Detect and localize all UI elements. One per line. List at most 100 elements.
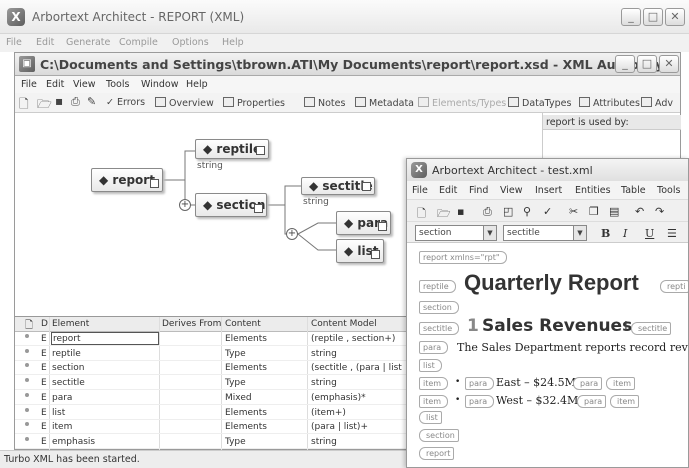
open-folder-icon[interactable]: 🗁 — [37, 95, 52, 112]
node-expand-icon[interactable] — [371, 250, 380, 259]
undo-icon[interactable]: ↶ — [635, 205, 644, 218]
doc-menu-tools[interactable]: Tools — [657, 185, 680, 196]
para-text[interactable]: The Sales Department reports record reve… — [457, 341, 688, 354]
attributes-button[interactable]: Attributes — [579, 97, 640, 109]
node-sectitle[interactable]: ◆ sectitle — [301, 177, 375, 195]
inner-menu-help[interactable]: Help — [186, 79, 208, 90]
copy-icon[interactable]: ❐ — [589, 205, 599, 218]
item1-text[interactable]: East – $24.5M — [496, 376, 576, 389]
node-expand-icon[interactable] — [254, 204, 263, 213]
errors-button[interactable]: ✓ Errors — [106, 97, 145, 108]
spellcheck-icon[interactable]: ✓ — [543, 205, 552, 218]
item-open-tag[interactable]: item — [419, 377, 449, 390]
new-file-icon[interactable]: 🗋 — [19, 95, 29, 112]
inner-close-button[interactable]: ✕ — [659, 55, 679, 73]
para-close-tag[interactable]: para — [573, 377, 603, 390]
save-icon[interactable]: ▪ — [55, 94, 63, 108]
datatypes-button[interactable]: DataTypes — [508, 97, 571, 109]
node-list[interactable]: ◆ list — [336, 239, 384, 263]
inner-menu-edit[interactable]: Edit — [46, 79, 64, 90]
print-icon[interactable]: ⎙ — [71, 95, 80, 109]
outer-menu-compile[interactable]: Compile — [119, 37, 158, 48]
node-expand-icon[interactable] — [256, 146, 265, 155]
paste-icon[interactable]: ▤ — [609, 205, 619, 218]
adv-button[interactable]: Adv — [641, 97, 673, 109]
save-icon[interactable]: ▪ — [457, 205, 464, 218]
node-para[interactable]: ◆ para — [336, 211, 391, 235]
cut-icon[interactable]: ✂ — [569, 205, 578, 218]
outer-minimize-button[interactable]: _ — [621, 8, 641, 26]
bold-button[interactable]: B — [601, 227, 610, 240]
node-section[interactable]: ◆ section — [195, 193, 267, 217]
doc-menu-edit[interactable]: Edit — [439, 185, 457, 196]
notes-button[interactable]: Notes — [304, 97, 345, 109]
inner-menu-window[interactable]: Window — [141, 79, 178, 90]
item-close-tag[interactable]: item — [606, 377, 636, 390]
row-status-icon — [25, 422, 29, 427]
redo-icon[interactable]: ↷ — [655, 205, 664, 218]
sectitle-close-tag[interactable]: sectitle — [631, 322, 672, 335]
outer-menu-file[interactable]: File — [6, 37, 22, 48]
inner-menu-tools[interactable]: Tools — [106, 79, 129, 90]
metadata-button[interactable]: Metadata — [355, 97, 414, 109]
node-expand-icon[interactable] — [378, 222, 387, 231]
italic-button[interactable]: I — [623, 227, 627, 240]
item2-text[interactable]: West – $32.4M — [496, 394, 578, 407]
doc-menu-file[interactable]: File — [412, 185, 428, 196]
para-open-tag[interactable]: para — [465, 377, 495, 390]
sectitle-open-tag[interactable]: sectitle — [419, 322, 460, 335]
header-derives-from[interactable]: Derives From — [162, 319, 221, 329]
underline-button[interactable]: U — [645, 227, 654, 240]
inner-maximize-button[interactable]: □ — [637, 55, 657, 73]
overview-button[interactable]: Overview — [155, 97, 214, 109]
notes-icon — [304, 97, 315, 107]
outer-menu-edit[interactable]: Edit — [36, 37, 54, 48]
header-content-model[interactable]: Content Model — [311, 319, 377, 329]
outer-close-button[interactable]: ✕ — [665, 8, 685, 26]
header-content[interactable]: Content — [225, 319, 261, 329]
node-report[interactable]: ◆ report — [91, 168, 163, 192]
properties-button[interactable]: Properties — [223, 97, 285, 109]
node-expand-icon[interactable] — [150, 179, 159, 188]
doc-menu-insert[interactable]: Insert — [535, 185, 562, 196]
node-expand-icon[interactable] — [362, 182, 371, 191]
chevron-down-icon[interactable]: ▼ — [573, 226, 586, 240]
header-element[interactable]: Element — [52, 319, 89, 329]
sectitle-text[interactable]: Sales Revenues — [482, 316, 632, 336]
outer-menu-generate[interactable]: Generate — [66, 37, 110, 48]
list-open-tag[interactable]: list — [419, 359, 442, 372]
section-open-tag[interactable]: section — [419, 301, 459, 314]
report-open-tag[interactable]: report xmlns="rpt" — [419, 251, 507, 264]
header-d[interactable]: D — [41, 319, 48, 329]
report-close-tag[interactable]: report — [419, 447, 455, 460]
outer-menu-help[interactable]: Help — [222, 37, 244, 48]
doc-menu-find[interactable]: Find — [469, 185, 488, 196]
list-close-tag[interactable]: list — [419, 411, 442, 424]
inner-menu-file[interactable]: File — [21, 79, 37, 90]
node-reptile[interactable]: ◆ reptile — [195, 139, 269, 159]
reptile-open-tag[interactable]: reptile — [419, 280, 456, 293]
elements-types-button[interactable]: Elements/Types — [418, 97, 506, 109]
para-close-tag[interactable]: para — [577, 395, 607, 408]
doc-menu-view[interactable]: View — [500, 185, 523, 196]
doc-menu-entities[interactable]: Entities — [575, 185, 611, 196]
inner-menu-view[interactable]: View — [73, 79, 96, 90]
bullet-list-icon[interactable]: ☰ — [667, 227, 677, 240]
section-close-tag[interactable]: section — [419, 429, 459, 442]
para-open-tag[interactable]: para — [419, 341, 449, 354]
doc-menu-table[interactable]: Table — [621, 185, 646, 196]
print-icon[interactable]: ⎙ — [483, 205, 492, 219]
inner-minimize-button[interactable]: _ — [615, 55, 635, 73]
outer-maximize-button[interactable]: □ — [643, 8, 663, 26]
tag-select[interactable]: sectitle ▼ — [503, 225, 587, 241]
print-preview-icon[interactable]: ◰ — [503, 205, 513, 218]
find-icon[interactable]: ⚲ — [523, 205, 531, 218]
para-open-tag[interactable]: para — [465, 395, 495, 408]
chevron-down-icon[interactable]: ▼ — [483, 226, 496, 240]
item-open-tag[interactable]: item — [419, 395, 449, 408]
outer-menu-options[interactable]: Options — [172, 37, 209, 48]
item-close-tag[interactable]: item — [610, 395, 640, 408]
element-select[interactable]: section ▼ — [415, 225, 497, 241]
reptile-close-tag[interactable]: repti — [660, 280, 688, 293]
pencil-icon[interactable]: ✎ — [87, 95, 96, 108]
